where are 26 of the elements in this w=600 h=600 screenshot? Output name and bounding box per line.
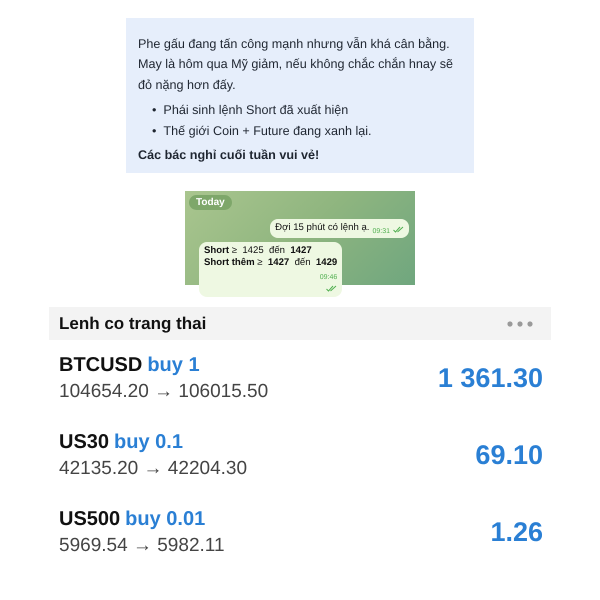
section-title: Lenh co trang thai	[59, 314, 206, 334]
bullet-marker: •	[152, 122, 156, 140]
order-side-text: buy 0.1	[114, 431, 183, 454]
symbol-text: US30	[59, 431, 110, 454]
more-icon[interactable]	[507, 320, 533, 327]
symbol-text: US500	[59, 508, 120, 532]
message-text: Đợi 15 phút có lệnh ạ.	[275, 222, 370, 235]
profit-value: 1 361.30	[438, 363, 543, 394]
message-text: Short thêm ≥ 1427 đến 1429	[204, 257, 338, 270]
double-check-icon	[393, 226, 404, 233]
order-side-text: buy 0.01	[125, 508, 206, 532]
date-badge: Today	[189, 195, 232, 210]
bullet-item: Phái sinh lệnh Short đã xuất hiện	[163, 102, 348, 120]
profit-value: 1.26	[490, 517, 543, 548]
bullet-item: Thế giới Coin + Future đang xanh lại.	[163, 122, 372, 140]
price-range-text: 42135.20 → 42204.30	[59, 458, 248, 480]
double-check-icon	[326, 284, 338, 292]
message-text: Short ≥ 1425 đến 1427	[204, 244, 313, 258]
closing-text: Các bác nghỉ cuối tuần vui vẻ!	[138, 146, 320, 164]
profit-value: 69.10	[475, 440, 543, 472]
bullet-marker: •	[152, 102, 156, 120]
price-range-text: 5969.54 → 5982.11	[59, 535, 225, 558]
symbol-text: BTCUSD	[59, 354, 142, 378]
message-paragraph: Phe gấu đang tấn công mạnh nhưng vẫn khá cân bằng. May là hôm qua Mỹ giảm, nếu không chắc chắn hnay sẽ đỏ nặng hơn đấy.	[138, 36, 454, 94]
price-range-text: 104654.20 → 106015.50	[59, 381, 268, 404]
order-side-text: buy 1	[147, 354, 200, 378]
